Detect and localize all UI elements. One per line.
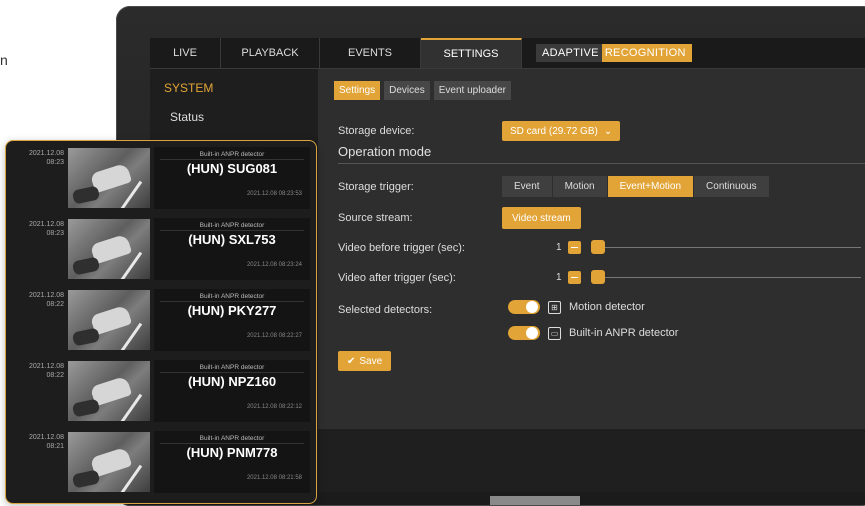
vehicle-thumbnail [68,290,150,350]
video-after-decrement-button[interactable] [568,271,581,284]
card-timestamp: 2021.12.08 08:21:58 [246,475,302,481]
motion-detector-icon: ⊞ [548,300,561,314]
video-after-label: Video after trigger (sec): [338,272,456,284]
video-before-value: 1 [556,242,562,253]
card-timestamp: 2021.12.08 08:22:12 [246,404,302,410]
card-info: Built-in ANPR detector (HUN) NPZ160 2021… [154,360,310,422]
anpr-detector-toggle[interactable] [508,326,540,340]
sub-tabs: Settings Devices Event uploader [334,81,511,100]
detector-row-motion: ⊞ Motion detector [508,300,645,314]
operation-mode-title: Operation mode [338,144,432,159]
vehicle-thumbnail [68,219,150,279]
storage-trigger-label: Storage trigger: [338,181,414,193]
anpr-card[interactable]: 2021.12.08 08:23 Built-in ANPR detector (… [6,143,316,213]
top-nav: LIVE PLAYBACK EVENTS SETTINGS ADAPTIVE RE… [150,38,865,69]
plate-number: (HUN) SUG081 [186,161,278,176]
brand-part-1: ADAPTIVE [536,44,602,62]
edge-text: n [0,52,8,68]
video-before-label: Video before trigger (sec): [338,242,465,254]
card-detector: Built-in ANPR detector [199,293,265,300]
card-detector: Built-in ANPR detector [199,222,265,229]
storage-device-value: SD card (29.72 GB) [510,125,598,137]
card-detector: Built-in ANPR detector [199,435,265,442]
trigger-option-event-motion[interactable]: Event+Motion [607,176,695,197]
video-before-decrement-button[interactable] [568,241,581,254]
trigger-option-motion[interactable]: Motion [552,176,608,197]
storage-device-dropdown[interactable]: SD card (29.72 GB) ⌄ [502,121,621,141]
anpr-detector-icon: ▭ [548,326,561,340]
plate-number: (HUN) NPZ160 [187,374,277,389]
brand-logo: ADAPTIVE RECOGNITION [522,38,692,68]
motion-detector-label: Motion detector [569,301,645,313]
brand-part-2: RECOGNITION [601,44,692,62]
plate-number: (HUN) PNM778 [186,445,278,460]
card-date: 2021.12.08 08:23 [28,150,64,166]
subtab-settings[interactable]: Settings [334,81,381,100]
video-after-slider[interactable] [591,270,861,284]
video-before-control: 1 [556,240,861,254]
tab-live[interactable]: LIVE [150,38,221,68]
chevron-down-icon: ⌄ [603,125,613,137]
sidebar-section-title: SYSTEM [164,81,214,95]
card-info: Built-in ANPR detector (HUN) PNM778 2021… [154,431,310,493]
card-date: 2021.12.08 08:23 [28,221,64,237]
card-detector: Built-in ANPR detector [199,364,265,371]
card-info: Built-in ANPR detector (HUN) PKY277 2021… [154,289,310,351]
anpr-card[interactable]: 2021.12.08 08:22 Built-in ANPR detector (… [6,285,316,355]
settings-panel: Settings Devices Event uploader Storage … [318,69,865,429]
video-before-slider[interactable] [591,240,861,254]
subtab-devices[interactable]: Devices [384,81,430,100]
plate-number: (HUN) SXL753 [188,232,276,247]
sidebar-item-status[interactable]: Status [170,110,204,124]
vehicle-thumbnail [68,432,150,492]
anpr-results-panel: 2021.12.08 08:23 Built-in ANPR detector (… [5,140,317,504]
subtab-event-uploader[interactable]: Event uploader [433,81,511,100]
card-info: Built-in ANPR detector (HUN) SUG081 2021… [154,147,310,209]
anpr-detector-label: Built-in ANPR detector [569,327,679,339]
anpr-card[interactable]: 2021.12.08 08:23 Built-in ANPR detector (… [6,214,316,284]
save-label: Save [359,355,383,367]
anpr-card[interactable]: 2021.12.08 08:22 Built-in ANPR detector (… [6,356,316,426]
card-date: 2021.12.08 08:22 [28,363,64,379]
card-info: Built-in ANPR detector (HUN) SXL753 2021… [154,218,310,280]
tab-settings[interactable]: SETTINGS [421,38,522,68]
video-before-slider-thumb[interactable] [591,240,605,254]
detector-row-anpr: ▭ Built-in ANPR detector [508,326,678,340]
video-stream-button[interactable]: Video stream [502,207,581,229]
video-after-slider-thumb[interactable] [591,270,605,284]
motion-detector-toggle[interactable] [508,300,540,314]
card-detector: Built-in ANPR detector [199,151,265,158]
save-button[interactable]: ✔ Save [338,351,392,371]
tab-playback[interactable]: PLAYBACK [221,38,320,68]
tab-events[interactable]: EVENTS [320,38,421,68]
card-date: 2021.12.08 08:21 [28,434,64,450]
storage-trigger-selector: Event Motion Event+Motion Continuous [502,176,770,197]
monitor-stand [490,496,580,505]
trigger-option-continuous[interactable]: Continuous [694,176,770,197]
video-after-value: 1 [556,272,562,283]
anpr-card[interactable]: 2021.12.08 08:21 Built-in ANPR detector (… [6,427,316,497]
storage-device-label: Storage device: [338,125,415,137]
check-icon: ✔ [347,355,356,367]
card-date: 2021.12.08 08:22 [28,292,64,308]
selected-detectors-label: Selected detectors: [338,304,433,316]
vehicle-thumbnail [68,148,150,208]
vehicle-thumbnail [68,361,150,421]
trigger-option-event[interactable]: Event [502,176,553,197]
card-timestamp: 2021.12.08 08:23:53 [246,191,302,197]
video-after-control: 1 [556,270,861,284]
card-timestamp: 2021.12.08 08:23:24 [246,262,302,268]
source-stream-label: Source stream: [338,212,413,224]
bottom-strip [318,429,865,492]
plate-number: (HUN) PKY277 [187,303,277,318]
card-timestamp: 2021.12.08 08:22:27 [246,333,302,339]
divider [338,163,865,164]
